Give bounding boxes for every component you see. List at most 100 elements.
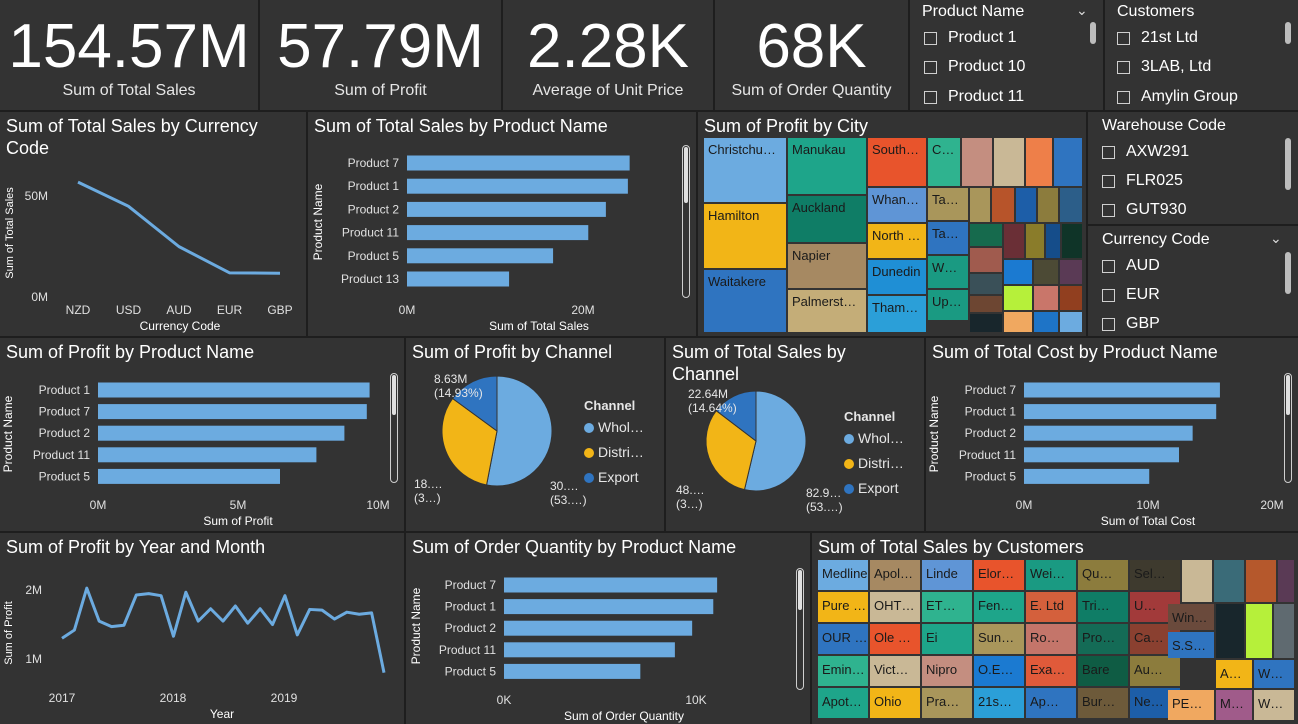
- kpi-label: Sum of Profit: [334, 82, 427, 99]
- bar: [407, 155, 630, 171]
- slicer-scrollbar[interactable]: [1285, 138, 1291, 190]
- treemap-cell: Ei: [922, 624, 972, 654]
- bar: [1024, 382, 1220, 398]
- treemap-cell: [970, 296, 1002, 312]
- customers-slicer[interactable]: Customers 21st Ltd 3LAB, Ltd Amylin Grou…: [1105, 0, 1298, 110]
- treemap-cell: Tri…: [1078, 592, 1128, 622]
- kpi-card-profit[interactable]: 57.79M Sum of Profit: [260, 0, 501, 110]
- treemap-cell: E. Ltd: [1026, 592, 1076, 622]
- treemap-cell: Exa…: [1026, 656, 1076, 686]
- data-label-percent: (3…): [676, 497, 703, 511]
- checkbox[interactable]: [1102, 203, 1115, 217]
- profit-by-channel-chart: 30.…(53.…) 18.…(3…) 8.63M(14.93%) Channel Wh…: [414, 372, 644, 507]
- sales-by-currency-chart: 0M 50M NZD USD AUD EUR GBP Currency Code Sum of …: [4, 180, 293, 333]
- treemap-cell: M…: [1216, 690, 1252, 720]
- checkbox[interactable]: [1117, 31, 1130, 45]
- slicer-item[interactable]: EUR: [1102, 286, 1160, 304]
- category-tick-label: Product 7: [965, 383, 1017, 397]
- treemap-cell: South…: [868, 138, 926, 186]
- x-tick-label: 5M: [230, 498, 247, 512]
- y-tick-label: 2M: [25, 583, 42, 597]
- slicer-item[interactable]: 21st Ltd: [1117, 29, 1198, 47]
- sales-by-currency-panel: Sum of Total Sales by Currency Code 0M 50…: [0, 112, 306, 336]
- checkbox[interactable]: [1117, 90, 1130, 104]
- category-tick-label: Product 2: [965, 426, 1017, 440]
- checkbox[interactable]: [924, 31, 937, 45]
- sales-by-channel-chart: 82.9…(53.…) 48.…(3…) 22.64M(14.64%) Channel…: [676, 387, 904, 514]
- slicer-scrollbar[interactable]: [1285, 22, 1291, 44]
- checkbox[interactable]: [924, 90, 937, 104]
- treemap-cell: S.S…: [1168, 632, 1214, 658]
- data-label-percent: (14.64%): [688, 401, 737, 415]
- treemap-cell: PE…: [1168, 690, 1214, 720]
- qty-by-product-panel: Sum of Order Quantity by Product Name Pr…: [406, 533, 810, 724]
- chart-scrollbar[interactable]: [796, 568, 804, 690]
- kpi-card-total-sales[interactable]: 154.57M Sum of Total Sales: [0, 0, 258, 110]
- bar: [98, 404, 367, 420]
- slicer-item[interactable]: AXW291: [1102, 143, 1189, 161]
- bar: [98, 382, 370, 398]
- x-tick-label: GBP: [267, 303, 292, 317]
- chevron-down-icon[interactable]: ⌄: [1076, 2, 1088, 19]
- slicer-item[interactable]: Product 1: [924, 29, 1016, 47]
- x-axis-label: Year: [210, 707, 234, 721]
- treemap-cell: Nipro: [922, 656, 972, 686]
- slicer-item[interactable]: FLR025: [1102, 172, 1183, 190]
- treemap-cell: [962, 138, 992, 186]
- bar: [407, 271, 510, 287]
- kpi-card-unit-price[interactable]: 2.28K Average of Unit Price: [503, 0, 713, 110]
- slicer-scrollbar[interactable]: [1090, 22, 1096, 44]
- treemap-cell: 21s…: [974, 688, 1024, 718]
- legend-item: Whol…: [858, 430, 904, 446]
- warehouse-code-slicer[interactable]: Warehouse Code AXW291 FLR025 GUT930: [1088, 112, 1298, 224]
- category-tick-label: Product 11: [33, 448, 90, 462]
- y-axis-label: Sum of Profit: [3, 601, 15, 665]
- legend-item: Distri…: [598, 444, 644, 460]
- checkbox[interactable]: [1117, 60, 1130, 74]
- treemap-cell: [1034, 260, 1058, 284]
- bar: [407, 201, 606, 217]
- checkbox[interactable]: [924, 60, 937, 74]
- slicer-item[interactable]: 3LAB, Ltd: [1117, 58, 1211, 76]
- kpi-value: 154.57M: [8, 12, 250, 81]
- slicer-item[interactable]: AUD: [1102, 257, 1160, 275]
- chart-scrollbar[interactable]: [390, 373, 398, 483]
- chart-scrollbar[interactable]: [1284, 373, 1292, 483]
- checkbox[interactable]: [1102, 317, 1115, 331]
- chevron-down-icon[interactable]: ⌄: [1270, 230, 1282, 247]
- category-tick-label: Product 7: [348, 156, 400, 170]
- treemap-cell: OUR …: [818, 624, 868, 654]
- slicer-item[interactable]: Product 10: [924, 58, 1025, 76]
- currency-code-slicer[interactable]: Currency Code ⌄ AUD EUR GBP: [1088, 226, 1298, 336]
- treemap-cell: Apol…: [870, 560, 920, 590]
- x-tick-label: 2019: [271, 691, 298, 705]
- kpi-label: Average of Unit Price: [532, 82, 684, 99]
- slicer-item[interactable]: GUT930: [1102, 201, 1186, 219]
- treemap-cell: Napier: [788, 244, 866, 288]
- slicer-scrollbar[interactable]: [1285, 252, 1291, 294]
- slicer-title: Product Name: [922, 3, 1025, 20]
- chart-scrollbar[interactable]: [682, 145, 690, 298]
- checkbox[interactable]: [1102, 174, 1115, 188]
- kpi-card-order-quantity[interactable]: 68K Sum of Order Quantity: [715, 0, 908, 110]
- slicer-item[interactable]: Product 11: [924, 88, 1024, 106]
- slicer-item[interactable]: Amylin Group: [1117, 88, 1238, 106]
- checkbox[interactable]: [1102, 259, 1115, 273]
- slicer-item[interactable]: GBP: [1102, 315, 1160, 333]
- product-name-slicer[interactable]: Product Name ⌄ Product 1 Product 10 Prod…: [910, 0, 1103, 110]
- checkbox[interactable]: [1102, 145, 1115, 159]
- slicer-title: Customers: [1117, 3, 1195, 20]
- legend-marker: [584, 448, 594, 458]
- legend-title: Channel: [844, 409, 895, 424]
- bar: [407, 225, 589, 241]
- treemap-cell: Hamilton: [704, 204, 786, 268]
- bar: [504, 663, 641, 679]
- treemap-cell: Qu…: [1078, 560, 1128, 590]
- category-tick-label: Product 11: [342, 226, 399, 240]
- treemap-cell: Win…: [1168, 604, 1214, 630]
- treemap-cell: [1004, 224, 1024, 258]
- bar: [1024, 447, 1179, 463]
- checkbox[interactable]: [1102, 288, 1115, 302]
- y-axis-label: Product Name: [1, 395, 15, 472]
- treemap-cell: [1026, 138, 1052, 186]
